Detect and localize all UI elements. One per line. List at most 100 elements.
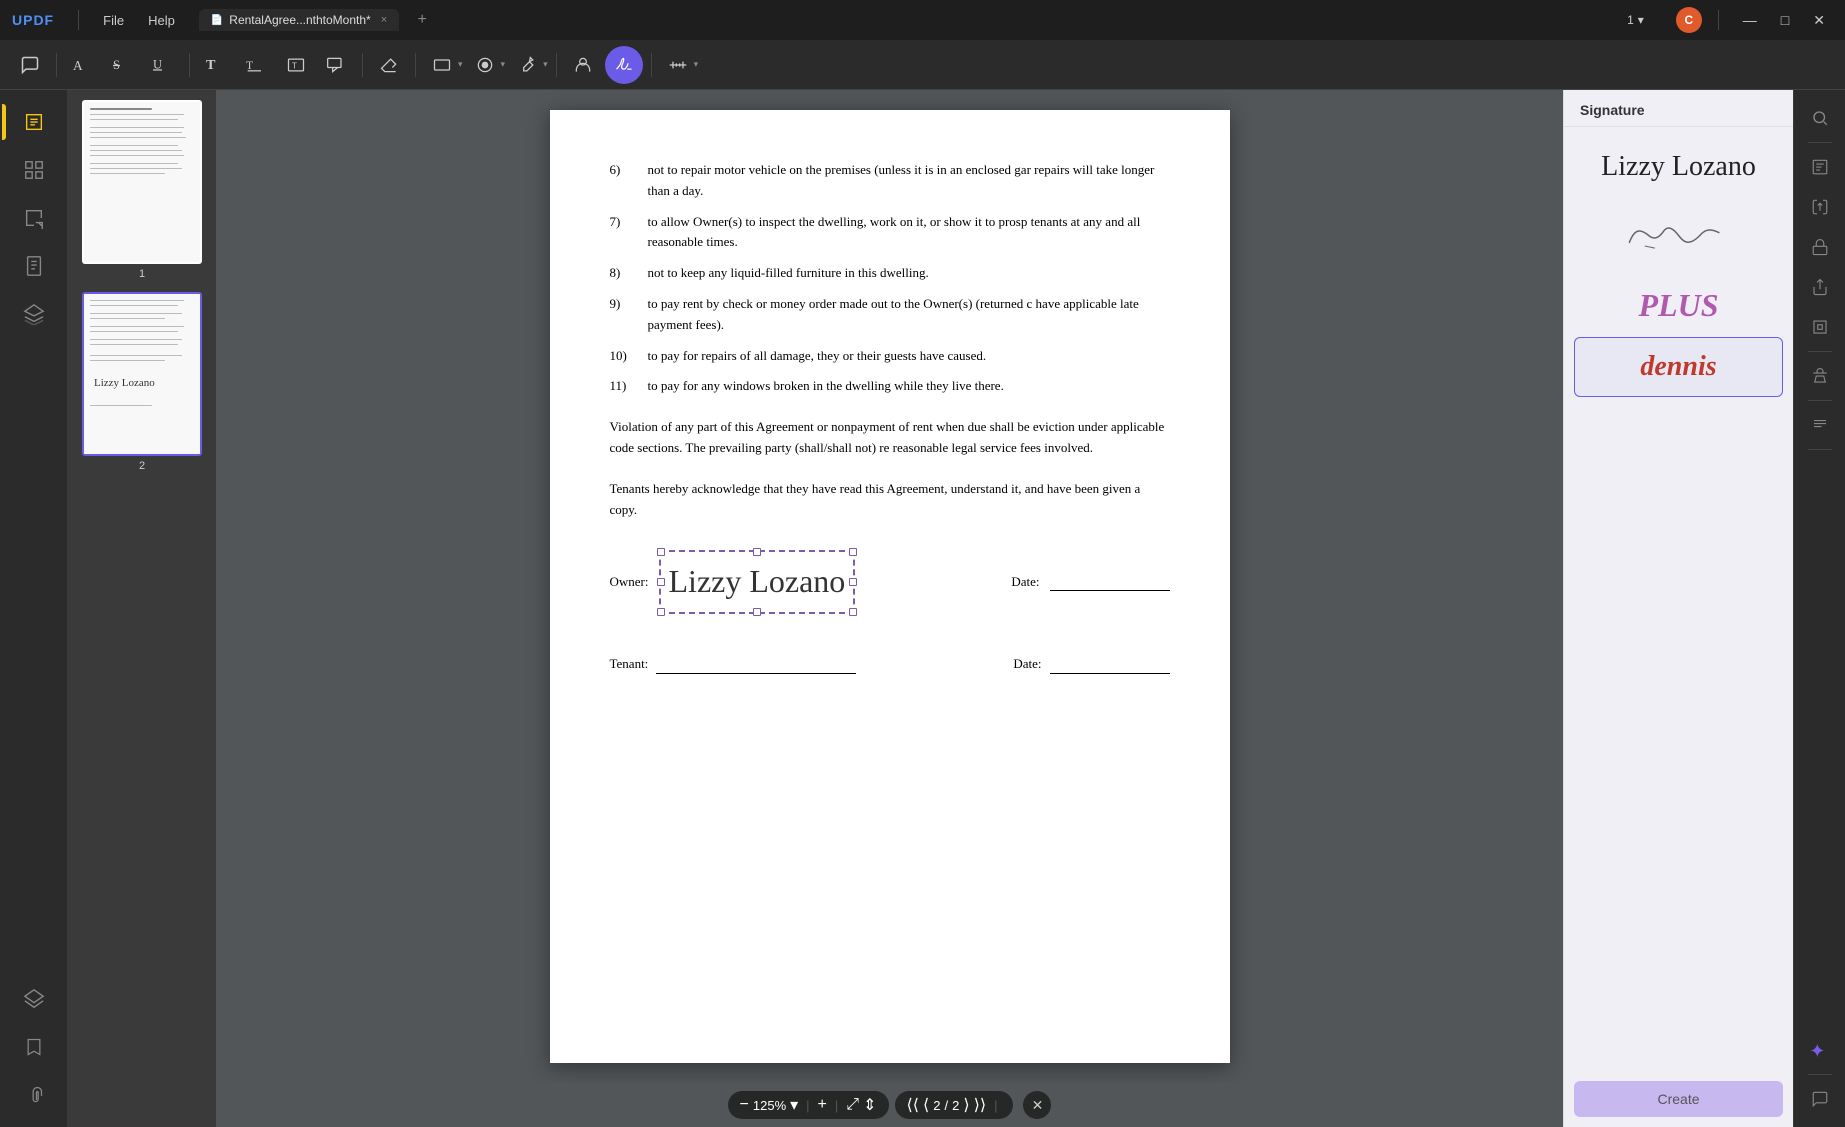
sidebar-item-thumbnails[interactable] — [12, 148, 56, 192]
handle-br[interactable] — [849, 608, 857, 616]
thumb-content-2: Lizzy Lozano — [84, 294, 200, 454]
toolbar-sep6 — [651, 53, 652, 77]
current-page-display: 2 — [933, 1098, 940, 1113]
help-menu[interactable]: Help — [140, 9, 183, 32]
page-last-button[interactable]: ⟩⟩ — [974, 1095, 986, 1115]
protect-icon[interactable] — [1802, 229, 1838, 265]
handle-tl[interactable] — [657, 548, 665, 556]
zoom-dropdown-arrow[interactable]: ▾ — [790, 1095, 798, 1115]
signature-tool[interactable] — [605, 46, 643, 84]
toolbar-sep5 — [556, 53, 557, 77]
sidebar-item-pages[interactable] — [12, 244, 56, 288]
sidebar-item-reader[interactable] — [12, 100, 56, 144]
page-separator: / — [944, 1098, 948, 1113]
sidebar-bookmark[interactable] — [12, 1025, 56, 1069]
app-logo: UPDF — [12, 12, 54, 28]
textbox-tool[interactable]: T — [278, 47, 314, 83]
pdf-content-area[interactable]: 6) not to repair motor vehicle on the pr… — [216, 90, 1563, 1083]
toolbar-sep3 — [362, 53, 363, 77]
signature-panel-header: Signature — [1564, 90, 1793, 127]
fit-page-button[interactable]: ⤢ — [846, 1096, 859, 1114]
shape-tool[interactable] — [424, 47, 460, 83]
organize-icon[interactable] — [1802, 407, 1838, 443]
document-tab[interactable]: 📄 RentalAgree...nthtoMonth* × — [199, 9, 399, 31]
tab-close-button[interactable]: × — [381, 14, 387, 26]
handle-tm[interactable] — [753, 548, 761, 556]
svg-text:T: T — [206, 57, 216, 73]
file-menu[interactable]: File — [95, 9, 132, 32]
color-tool-arrow[interactable]: ▾ — [501, 59, 506, 70]
pdf-text-11: to pay for any windows broken in the dwe… — [648, 376, 1004, 397]
thumb-page-1[interactable]: 1 — [82, 100, 202, 280]
version-selector[interactable]: 1 ▾ — [1627, 13, 1644, 27]
fit-width-button[interactable]: ⇕ — [863, 1095, 876, 1115]
underline-tool[interactable]: U — [145, 47, 181, 83]
strikethrough-tool[interactable]: S — [105, 47, 141, 83]
chat-icon[interactable] — [1802, 1081, 1838, 1117]
stamp-right-icon[interactable] — [1802, 358, 1838, 394]
callout-tool[interactable] — [318, 47, 354, 83]
right-sep1 — [1808, 142, 1832, 143]
convert-icon[interactable] — [1802, 189, 1838, 225]
thumb-page-2[interactable]: Lizzy Lozano 2 — [82, 292, 202, 472]
date-field[interactable] — [1050, 573, 1170, 591]
thumbnail-panel: 1 Lizzy Lozano — [68, 90, 216, 1127]
create-signature-button[interactable]: Create — [1574, 1081, 1783, 1117]
handle-tr[interactable] — [849, 548, 857, 556]
signature-selected-box[interactable]: Lizzy Lozano — [659, 550, 856, 613]
date-label: Date: — [1011, 572, 1039, 593]
signature-option-lizzy[interactable]: Lizzy Lozano — [1574, 137, 1783, 197]
handle-ml[interactable] — [657, 578, 665, 586]
sidebar-attachment[interactable] — [12, 1073, 56, 1117]
compress-icon[interactable] — [1802, 309, 1838, 345]
shape-tool-arrow[interactable]: ▾ — [458, 59, 463, 70]
tenant-field[interactable] — [656, 656, 856, 674]
page-first-button[interactable]: ⟨⟨ — [907, 1095, 919, 1115]
measure-tool-arrow[interactable]: ▾ — [694, 59, 699, 70]
close-toolbar-button[interactable]: ✕ — [1023, 1091, 1051, 1119]
sidebar-layers-bottom[interactable] — [12, 977, 56, 1021]
highlight-tool[interactable]: A — [65, 47, 101, 83]
sidebar-item-annotations[interactable] — [12, 196, 56, 240]
pen-tool-arrow[interactable]: ▾ — [543, 59, 548, 70]
handle-mr[interactable] — [849, 578, 857, 586]
zoom-sep: | — [806, 1098, 809, 1113]
text-tool2[interactable]: T — [238, 47, 274, 83]
zoom-out-button[interactable]: − — [740, 1096, 749, 1114]
pdf-num-6: 6) — [610, 160, 640, 202]
pdf-page: 6) not to repair motor vehicle on the pr… — [550, 110, 1230, 1063]
signature-option-handwritten[interactable] — [1574, 199, 1783, 273]
measure-tool[interactable] — [660, 47, 696, 83]
comment-tool[interactable] — [12, 47, 48, 83]
text-tool[interactable]: T — [198, 47, 234, 83]
signature-option-plus[interactable]: PLUS — [1574, 275, 1783, 335]
pen-tool[interactable] — [509, 47, 545, 83]
color-tool[interactable] — [467, 47, 503, 83]
pen-tool-group: ▾ — [509, 47, 548, 83]
new-tab-button[interactable]: + — [411, 9, 433, 31]
stamp-tool[interactable] — [565, 47, 601, 83]
thumb-signature: Lizzy Lozano — [94, 377, 155, 389]
zoom-in-button[interactable]: + — [818, 1096, 827, 1114]
page-sep: | — [994, 1098, 997, 1113]
user-avatar[interactable]: C — [1676, 7, 1702, 33]
page-next-button[interactable]: ⟩ — [963, 1095, 969, 1115]
ai-icon[interactable]: ✦ — [1802, 1032, 1838, 1068]
tab-doc-icon: 📄 — [211, 15, 223, 26]
window-close-button[interactable]: ✕ — [1805, 12, 1833, 29]
tenant-date-field[interactable] — [1050, 656, 1170, 674]
page-prev-button[interactable]: ⟨ — [923, 1095, 929, 1115]
eraser-tool[interactable] — [371, 47, 407, 83]
minimize-button[interactable]: — — [1735, 12, 1765, 28]
handle-bl[interactable] — [657, 608, 665, 616]
pdf-item-9: 9) to pay rent by check or money order m… — [610, 294, 1170, 336]
share-icon[interactable] — [1802, 269, 1838, 305]
maximize-button[interactable]: □ — [1773, 12, 1797, 28]
signature-option-dennis[interactable]: dennis — [1574, 337, 1783, 397]
tenant-label: Tenant: — [610, 654, 649, 675]
ocr-icon[interactable] — [1802, 149, 1838, 185]
sidebar-item-layers[interactable] — [12, 292, 56, 336]
pdf-tenants-text: Tenants hereby acknowledge that they hav… — [610, 481, 1141, 517]
search-icon[interactable] — [1802, 100, 1838, 136]
handle-bm[interactable] — [753, 608, 761, 616]
